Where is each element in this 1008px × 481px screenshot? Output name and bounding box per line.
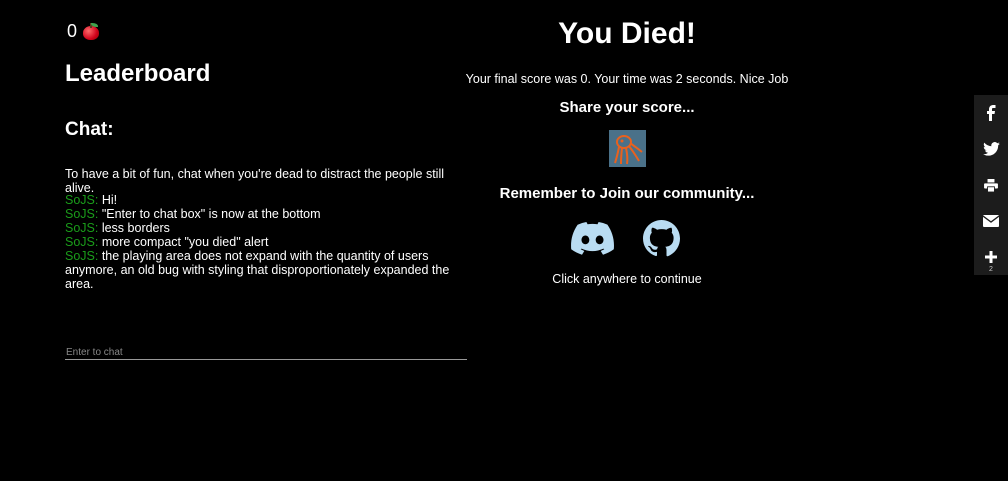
chat-text: less borders	[98, 221, 170, 235]
chat-message: SoJS: less borders	[65, 221, 465, 235]
chat-text: "Enter to chat box" is now at the bottom	[98, 207, 321, 221]
chat-author: SoJS:	[65, 207, 99, 221]
score-value: 0	[67, 21, 78, 41]
chat-message: SoJS: "Enter to chat box" is now at the …	[65, 207, 465, 221]
chat-log: SoJS: Hi! SoJS: "Enter to chat box" is n…	[65, 193, 465, 291]
share-title: Share your score...	[559, 99, 695, 116]
share-count: 2	[989, 266, 993, 273]
final-score-line: Your final score was 0. Your time was 2 …	[465, 72, 789, 86]
continue-prompt: Click anywhere to continue	[552, 272, 702, 286]
share-image-icon	[608, 130, 646, 167]
leaderboard-title: Leaderboard	[65, 60, 211, 87]
chat-author: SoJS:	[65, 221, 99, 235]
apple-icon	[83, 23, 100, 40]
chat-text: Hi!	[98, 193, 118, 207]
facebook-share-button[interactable]	[974, 95, 1008, 131]
chat-message: SoJS: the playing area does not expand w…	[65, 249, 465, 291]
death-title: You Died!	[558, 17, 696, 50]
github-icon[interactable]	[640, 219, 683, 257]
chat-author: SoJS:	[65, 235, 99, 249]
community-title: Remember to Join our community...	[499, 185, 755, 202]
share-score-image-button[interactable]	[608, 130, 646, 167]
death-panel[interactable]: You Died! Your final score was 0. Your t…	[447, 12, 807, 286]
chat-title: Chat:	[65, 119, 114, 140]
more-share-button[interactable]: 2	[974, 239, 1008, 275]
chat-text: the playing area does not expand with th…	[65, 249, 450, 291]
print-share-button[interactable]	[974, 167, 1008, 203]
email-icon	[983, 215, 999, 227]
score-display: 0	[67, 21, 100, 42]
chat-input[interactable]	[65, 345, 467, 360]
chat-message: SoJS: Hi!	[65, 193, 465, 207]
email-share-button[interactable]	[974, 203, 1008, 239]
chat-intro: To have a bit of fun, chat when you're d…	[65, 167, 445, 195]
chat-message: SoJS: more compact "you died" alert	[65, 235, 465, 249]
share-sidebar: 2	[974, 95, 1008, 275]
chat-author: SoJS:	[65, 249, 99, 263]
print-icon	[984, 178, 998, 192]
chat-author: SoJS:	[65, 193, 99, 207]
facebook-icon	[987, 105, 996, 121]
plus-icon	[985, 251, 997, 263]
chat-text: more compact "you died" alert	[98, 235, 269, 249]
discord-icon[interactable]	[571, 219, 614, 257]
twitter-share-button[interactable]	[974, 131, 1008, 167]
twitter-icon	[982, 142, 1000, 156]
community-links	[447, 219, 807, 257]
